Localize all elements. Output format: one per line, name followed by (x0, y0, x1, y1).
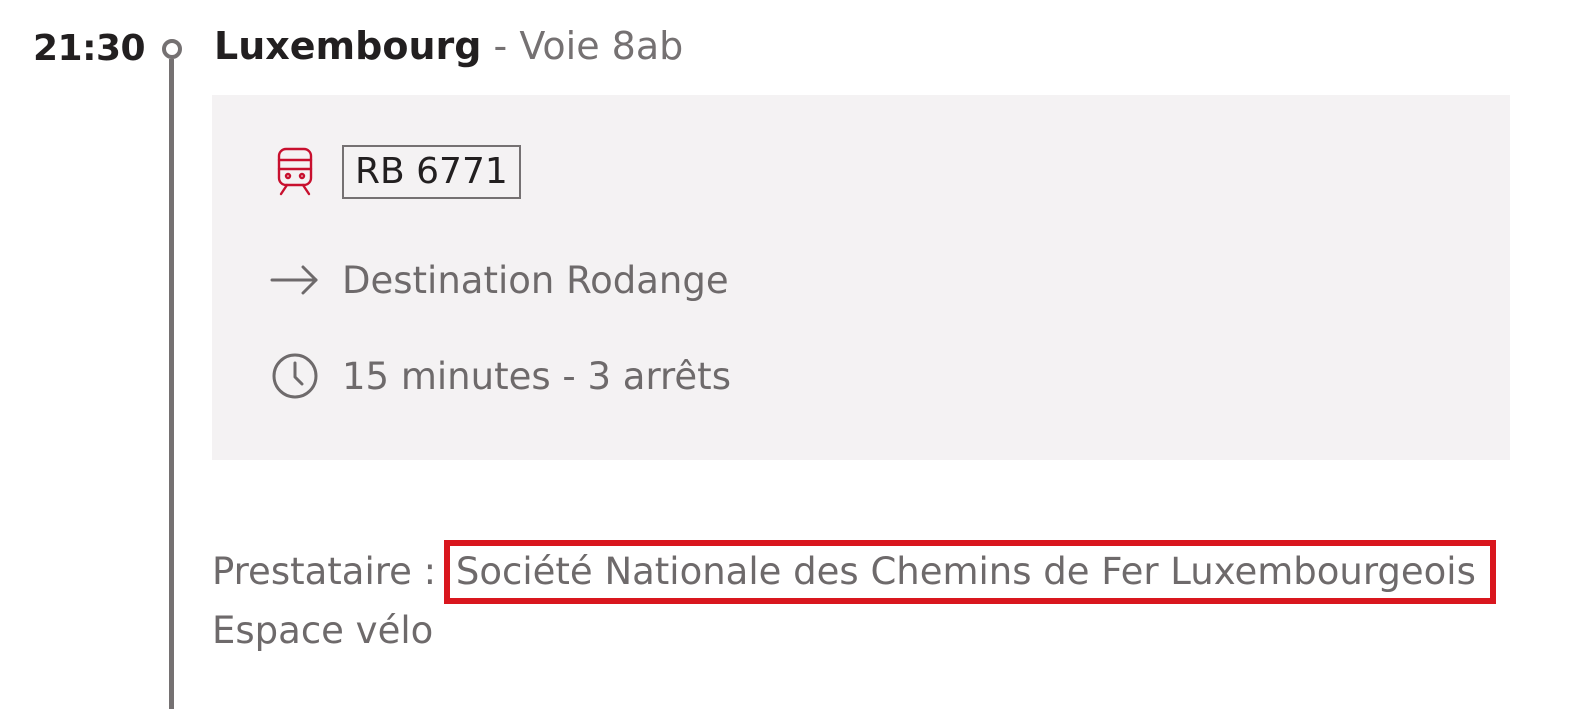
arrow-right-icon (270, 255, 320, 305)
timeline-dot (162, 39, 182, 59)
destination-row: Destination Rodange (270, 255, 729, 305)
departure-time: 21:30 (33, 28, 146, 69)
journey-info-card: RB 6771 Destination Rodange 15 minutes -… (212, 95, 1510, 460)
station-name: Luxembourg (214, 24, 482, 68)
train-number-badge[interactable]: RB 6771 (342, 145, 521, 199)
provider-line: Prestataire : Société Nationale des Chem… (212, 540, 1496, 604)
timeline-line (169, 59, 174, 709)
station-platform: - Voie 8ab (493, 24, 684, 68)
clock-icon (270, 351, 320, 401)
train-icon (270, 147, 320, 197)
provider-name: Société Nationale des Chemins de Fer Lux… (443, 540, 1496, 604)
train-row: RB 6771 (270, 145, 521, 199)
duration-row: 15 minutes - 3 arrêts (270, 351, 731, 401)
provider-label: Prestataire : (212, 550, 437, 593)
station-heading: Luxembourg - Voie 8ab (214, 24, 683, 68)
bike-space-text: Espace vélo (212, 609, 434, 652)
destination-text: Destination Rodange (342, 258, 729, 302)
duration-text: 15 minutes - 3 arrêts (342, 354, 731, 398)
